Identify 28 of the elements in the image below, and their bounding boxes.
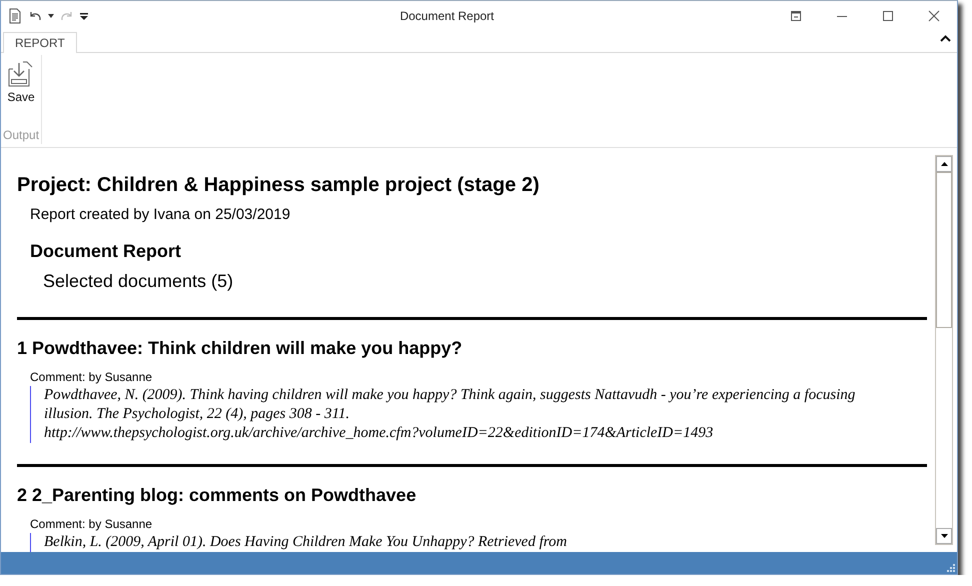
resize-grip-icon[interactable]: [946, 563, 955, 572]
scroll-down-icon[interactable]: [940, 534, 948, 538]
caret-icon[interactable]: [48, 14, 54, 18]
comment-author: Comment: by Susanne: [30, 370, 154, 384]
scroll-up-icon[interactable]: [940, 162, 948, 166]
scrollbar[interactable]: [935, 154, 953, 546]
close-icon[interactable]: [928, 10, 940, 22]
window-title: Document Report: [398, 9, 496, 23]
comment-author: Comment: by Susanne: [30, 516, 154, 531]
ribbon-display-icon[interactable]: [790, 10, 802, 22]
project-title: Project: Children & Happiness sample project (stage 2): [17, 174, 540, 197]
maximize-icon[interactable]: [882, 10, 894, 22]
citation-text: Belkin, L. (2009, April 01). Does Having Children Make You Unhappy? Retrieved from: [44, 532, 568, 552]
save-icon: [8, 60, 34, 87]
group-label: Output: [3, 128, 40, 142]
customize-icon[interactable]: [80, 12, 88, 20]
ribbon-tab[interactable]: REPORT: [3, 32, 77, 53]
citation-text: http://www.thepsychologist.org.uk/archive/archive_home.cfm?volumeID=22&editionID=174&ArticleID=1493: [44, 424, 714, 443]
report-heading: Document Report: [30, 240, 182, 262]
selection-summary: Selected documents (5): [43, 270, 234, 292]
document-heading: 1 Powdthavee: Think children will make you happy?: [17, 338, 464, 359]
save-button[interactable]: Save: [3, 58, 39, 128]
citation-text: Powdthavee, N. (2009). Think having children will make you happy? Think again, suggests Nattavudh - you’re experiencing a focusing illusion. The Psychologist, 22 (4), pages 308 - 311.: [44, 386, 856, 424]
document-icon[interactable]: [8, 8, 22, 24]
collapse-icon[interactable]: [940, 35, 951, 42]
report-info: Report created by Ivana on 25/03/2019: [30, 206, 292, 223]
undo-icon[interactable]: [28, 9, 42, 23]
document-heading: 2 2_Parenting blog: comments on Powdthavee: [17, 484, 418, 506]
